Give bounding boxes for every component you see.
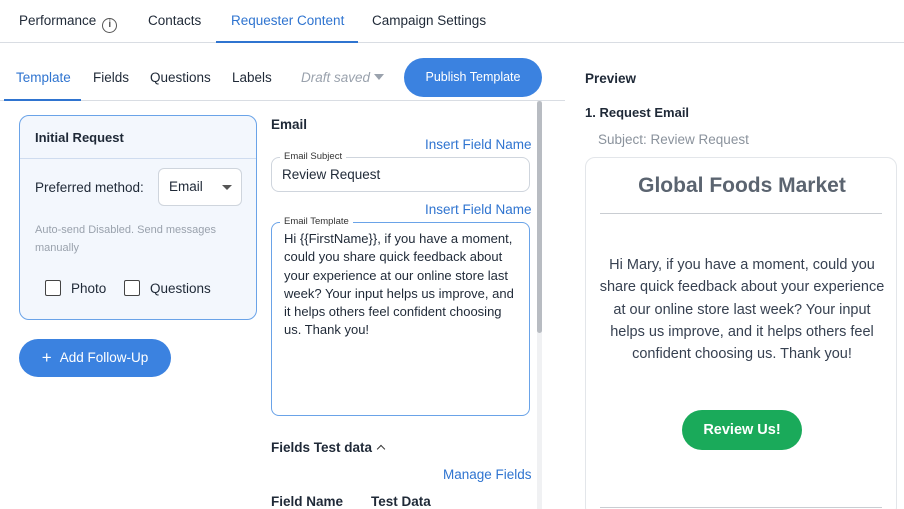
tab-fields[interactable]: Fields (93, 43, 129, 100)
column-header-field-name: Field Name (271, 494, 344, 509)
tab-questions[interactable]: Questions (150, 43, 211, 100)
draft-status-label: Draft saved (301, 70, 371, 85)
manage-fields-link[interactable]: Manage Fields (443, 467, 532, 482)
fields-test-data-heading: Fields Test data (271, 440, 373, 455)
tab-template[interactable]: Template (4, 43, 81, 101)
auto-send-note: Auto-send Disabled. Send messages manual… (35, 224, 216, 254)
brand-name: Global Foods Market (638, 174, 846, 197)
chevron-down-icon (222, 185, 232, 190)
photo-checkbox[interactable]: Photo (45, 280, 106, 298)
insert-field-name-link-subject[interactable]: Insert Field Name (425, 137, 532, 152)
sub-nav: Template Fields Questions Labels Draft s… (0, 43, 565, 101)
plus-icon: + (41, 348, 52, 367)
chevron-up-icon (376, 444, 386, 454)
email-heading: Email (271, 117, 308, 132)
divider (600, 213, 882, 214)
preferred-method-label: Preferred method: (35, 180, 144, 195)
email-template-field[interactable]: Email Template Hi {{FirstName}}, if you … (271, 216, 530, 416)
initial-request-card[interactable]: Initial Request Preferred method: Email … (19, 115, 257, 320)
preferred-method-select[interactable]: Email (158, 168, 242, 206)
top-nav: Performance i Contacts Requester Content … (0, 0, 904, 43)
email-subject-legend: Email Subject (280, 151, 347, 163)
request-email-label: 1. Request Email (585, 105, 690, 120)
info-icon[interactable]: i (102, 18, 118, 33)
tab-performance-label: Performance (19, 13, 97, 28)
questions-checkbox[interactable]: Questions (124, 280, 211, 298)
insert-field-name-link-template[interactable]: Insert Field Name (425, 202, 532, 217)
checkbox-icon (45, 280, 61, 296)
review-us-button[interactable]: Review Us! (682, 410, 802, 450)
preview-body: Hi Mary, if you have a moment, could you… (599, 257, 885, 363)
checkbox-icon (124, 280, 140, 296)
preferred-method-value: Email (169, 179, 203, 194)
divider (600, 507, 882, 508)
add-follow-up-label: Add Follow-Up (59, 350, 149, 365)
tab-campaign-settings[interactable]: Campaign Settings (372, 0, 486, 42)
chevron-down-icon (374, 74, 385, 80)
questions-checkbox-label: Questions (150, 281, 211, 296)
publish-template-button[interactable]: Publish Template (404, 58, 542, 97)
initial-request-title: Initial Request (20, 116, 256, 159)
preview-subject: Subject: Review Request (598, 132, 749, 147)
preview-heading: Preview (585, 71, 637, 86)
tab-contacts[interactable]: Contacts (148, 0, 201, 42)
column-header-test-data: Test Data (371, 494, 431, 509)
add-follow-up-button[interactable]: + Add Follow-Up (19, 339, 171, 377)
fields-test-data-toggle[interactable]: Fields Test data (271, 440, 386, 455)
email-preview-card: Global Foods Market Hi Mary, if you have… (585, 157, 897, 509)
tab-requester-content[interactable]: Requester Content (216, 0, 358, 43)
tab-labels[interactable]: Labels (232, 43, 272, 100)
scrollbar-thumb[interactable] (537, 101, 542, 333)
photo-checkbox-label: Photo (71, 281, 107, 296)
email-subject-field[interactable]: Email Subject Review Request (271, 151, 530, 192)
email-template-legend: Email Template (280, 216, 353, 228)
tab-performance[interactable]: Performance i (19, 0, 118, 42)
email-template-textarea[interactable]: Hi {{FirstName}}, if you have a moment, … (272, 223, 529, 340)
draft-status-dropdown[interactable]: Draft saved (301, 43, 385, 113)
